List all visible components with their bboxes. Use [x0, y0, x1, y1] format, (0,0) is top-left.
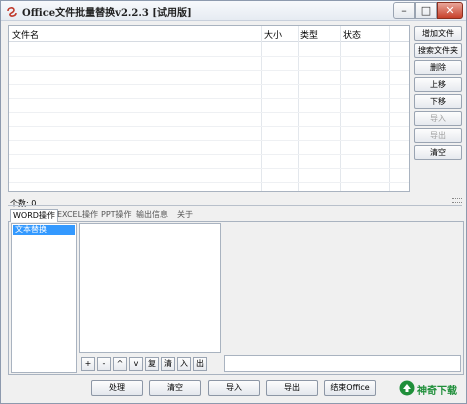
tab-ppt[interactable]: PPT操作 — [99, 209, 134, 222]
process-button[interactable]: 处理 — [91, 380, 143, 396]
minimize-button[interactable]: – — [393, 2, 415, 19]
clear-button[interactable]: 清空 — [149, 380, 201, 396]
file-count-label: 个数: 0 — [10, 199, 37, 208]
grid-line — [9, 98, 409, 99]
operation-item-text-replace[interactable]: 文本替换 — [13, 225, 75, 235]
tab-word[interactable]: WORD操作 — [10, 209, 58, 222]
column-divider[interactable] — [389, 26, 390, 191]
delete-button[interactable]: 删除 — [414, 60, 462, 75]
app-window: Office文件批量替换v2.2.3 [试用版] – □ ✕ 文件名 大小 类型… — [0, 0, 467, 404]
grid-line — [9, 168, 409, 169]
grid-line — [9, 56, 409, 57]
grid-line — [9, 140, 409, 141]
maximize-button[interactable]: □ — [415, 2, 437, 19]
tab-about[interactable]: 关于 — [175, 209, 195, 222]
grid-line — [9, 182, 409, 183]
move-up-button[interactable]: 上移 — [414, 77, 462, 92]
column-header-filename[interactable]: 文件名 — [12, 28, 39, 41]
table-header: 文件名 大小 类型 状态 — [9, 26, 409, 42]
rule-up-button[interactable]: ^ — [113, 357, 127, 371]
move-down-button[interactable]: 下移 — [414, 94, 462, 109]
column-divider[interactable] — [261, 26, 262, 191]
brand-text: 神奇下载 — [417, 386, 457, 397]
app-logo-icon — [7, 7, 17, 17]
rule-list[interactable] — [79, 223, 221, 353]
import-rules-button[interactable]: 入 — [177, 357, 191, 371]
column-divider[interactable] — [340, 26, 341, 191]
add-rule-button[interactable]: + — [81, 357, 95, 371]
column-header-status[interactable]: 状态 — [343, 28, 361, 41]
import-list-button[interactable]: 导入 — [414, 111, 462, 126]
clear-list-button[interactable]: 清空 — [414, 145, 462, 160]
import-button[interactable]: 导入 — [208, 380, 260, 396]
column-divider[interactable] — [298, 26, 299, 191]
remove-rule-button[interactable]: - — [97, 357, 111, 371]
tab-excel[interactable]: EXCEL操作 — [55, 209, 100, 222]
copy-rule-button[interactable]: 复 — [145, 357, 159, 371]
column-header-size[interactable]: 大小 — [264, 28, 282, 41]
splitter[interactable] — [8, 205, 462, 206]
watermark: 神奇下载 — [399, 377, 463, 401]
grid-line — [9, 154, 409, 155]
splitter-grip[interactable] — [452, 198, 462, 203]
brand-logo-icon — [399, 380, 415, 396]
file-list-table[interactable]: 文件名 大小 类型 状态 — [8, 25, 410, 192]
grid-line — [9, 112, 409, 113]
close-button[interactable]: ✕ — [437, 2, 463, 19]
title-bar[interactable]: Office文件批量替换v2.2.3 [试用版] – □ ✕ — [1, 1, 466, 21]
export-list-button[interactable]: 导出 — [414, 128, 462, 143]
grid-line — [9, 126, 409, 127]
clear-rules-button[interactable]: 清 — [161, 357, 175, 371]
end-office-button[interactable]: 结束Office — [324, 380, 376, 396]
grid-line — [9, 84, 409, 85]
rule-down-button[interactable]: v — [129, 357, 143, 371]
window-title: Office文件批量替换v2.2.3 [试用版] — [22, 8, 192, 19]
rule-input-field[interactable] — [224, 355, 461, 372]
add-file-button[interactable]: 增加文件 — [414, 26, 462, 41]
export-rules-button[interactable]: 出 — [193, 357, 207, 371]
column-header-type[interactable]: 类型 — [300, 28, 318, 41]
operation-list[interactable]: 文本替换 — [11, 223, 77, 373]
grid-line — [9, 70, 409, 71]
search-folder-button[interactable]: 搜索文件夹 — [414, 43, 462, 58]
tab-output[interactable]: 输出信息 — [134, 209, 170, 222]
export-button[interactable]: 导出 — [266, 380, 318, 396]
